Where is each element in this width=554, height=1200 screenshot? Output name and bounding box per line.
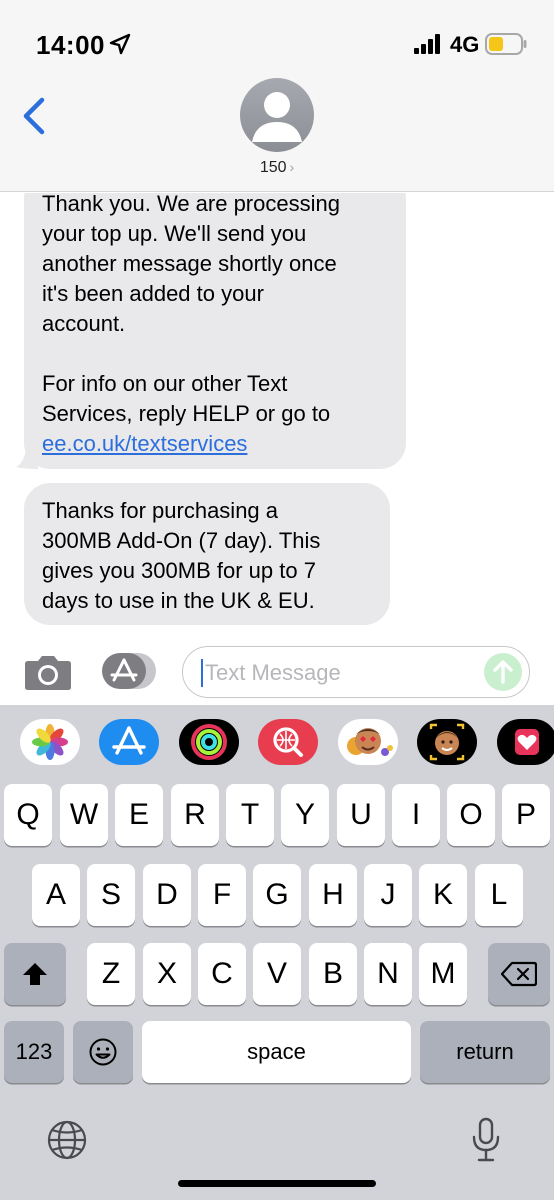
key-c[interactable]: C [198,943,246,1005]
image-search-app-icon[interactable] [258,719,318,765]
cellular-signal-icon [414,34,440,54]
microphone-icon[interactable] [470,1117,502,1163]
memoji-stickers-app-icon[interactable] [338,719,398,765]
message-line: Thank you. We are processing [42,193,340,216]
battery-icon [485,33,527,55]
conversation-header: 150 › [0,78,554,192]
key-v[interactable]: V [253,943,301,1005]
globe-icon[interactable] [46,1119,88,1161]
message-placeholder: Text Message [205,660,341,685]
emoji-key[interactable] [73,1021,133,1083]
numbers-key[interactable]: 123 [4,1021,64,1083]
message-input-bar: Text Message [0,633,554,705]
imessage-app-drawer [0,705,554,779]
key-h[interactable]: H [309,864,357,926]
key-k[interactable]: K [419,864,467,926]
message-line: it's been added to your [42,281,264,306]
key-i[interactable]: I [392,784,440,846]
status-bar: 14:00 4G [0,0,554,88]
message-thread[interactable]: Thank you. We are processing your top up… [0,193,554,633]
contact-name-button[interactable]: 150 › [0,159,554,177]
home-indicator [178,1180,376,1187]
chevron-right-icon: › [289,159,295,175]
message-paragraph: Thank you. We are processing your top up… [42,193,388,339]
keyboard: Q W E R T Y U I O P A S D F G H J K L Z … [0,779,554,1200]
bubble-tail [16,449,38,469]
app-store-icon[interactable] [100,651,158,691]
photos-app-icon[interactable] [20,719,80,765]
message-paragraph: For info on our other Text Services, rep… [42,369,388,459]
text-caret [201,659,203,687]
message-line: account. [42,311,126,336]
chevron-left-icon[interactable] [20,96,50,136]
shift-key[interactable] [4,943,66,1005]
key-e[interactable]: E [115,784,163,846]
incoming-message-bubble[interactable]: Thanks for purchasing a 300MB Add-On (7 … [24,483,390,625]
backspace-icon [501,961,537,987]
key-j[interactable]: J [364,864,412,926]
key-t[interactable]: T [226,784,274,846]
arrow-up-icon [493,660,513,684]
message-line: another message shortly once [42,251,337,276]
key-o[interactable]: O [447,784,495,846]
message-line: your top up. We'll send you [42,221,307,246]
status-time: 14:00 [36,30,105,60]
key-w[interactable]: W [60,784,108,846]
network-type: 4G [450,32,480,57]
message-line: Services, reply HELP or go to [42,401,331,426]
contact-name: 150 [259,159,287,176]
message-line: days to use in the UK & EU. [42,588,315,613]
key-r[interactable]: R [171,784,219,846]
delete-key[interactable] [488,943,550,1005]
location-arrow-icon [109,33,131,55]
message-line: For info on our other Text [42,371,288,396]
camera-icon[interactable] [24,653,72,691]
send-button[interactable] [484,653,522,691]
contact-avatar[interactable] [240,78,314,152]
key-b[interactable]: B [309,943,357,1005]
incoming-message-bubble[interactable]: Thank you. We are processing your top up… [16,193,406,469]
shift-arrow-icon [23,963,47,985]
key-p[interactable]: P [502,784,550,846]
memoji-camera-app-icon[interactable] [417,719,477,765]
key-u[interactable]: U [337,784,385,846]
key-a[interactable]: A [32,864,80,926]
person-silhouette-icon [252,92,302,142]
message-line: 300MB Add-On (7 day). This [42,528,321,553]
space-key[interactable]: space [142,1021,411,1083]
key-s[interactable]: S [87,864,135,926]
key-l[interactable]: L [475,864,523,926]
message-text-field[interactable]: Text Message [182,646,530,698]
activity-app-icon[interactable] [179,719,239,765]
key-q[interactable]: Q [4,784,52,846]
emoji-icon [89,1038,117,1066]
key-m[interactable]: M [419,943,467,1005]
key-y[interactable]: Y [281,784,329,846]
heart-app-icon[interactable] [497,719,554,765]
key-d[interactable]: D [143,864,191,926]
key-g[interactable]: G [253,864,301,926]
message-link[interactable]: ee.co.uk/textservices [42,431,247,456]
message-line: Thanks for purchasing a [42,498,279,523]
message-line: gives you 300MB for up to 7 [42,558,316,583]
key-z[interactable]: Z [87,943,135,1005]
message-paragraph: Thanks for purchasing a 300MB Add-On (7 … [42,496,372,616]
return-key[interactable]: return [420,1021,550,1083]
key-n[interactable]: N [364,943,412,1005]
key-x[interactable]: X [143,943,191,1005]
key-f[interactable]: F [198,864,246,926]
app-store-app-icon[interactable] [99,719,159,765]
